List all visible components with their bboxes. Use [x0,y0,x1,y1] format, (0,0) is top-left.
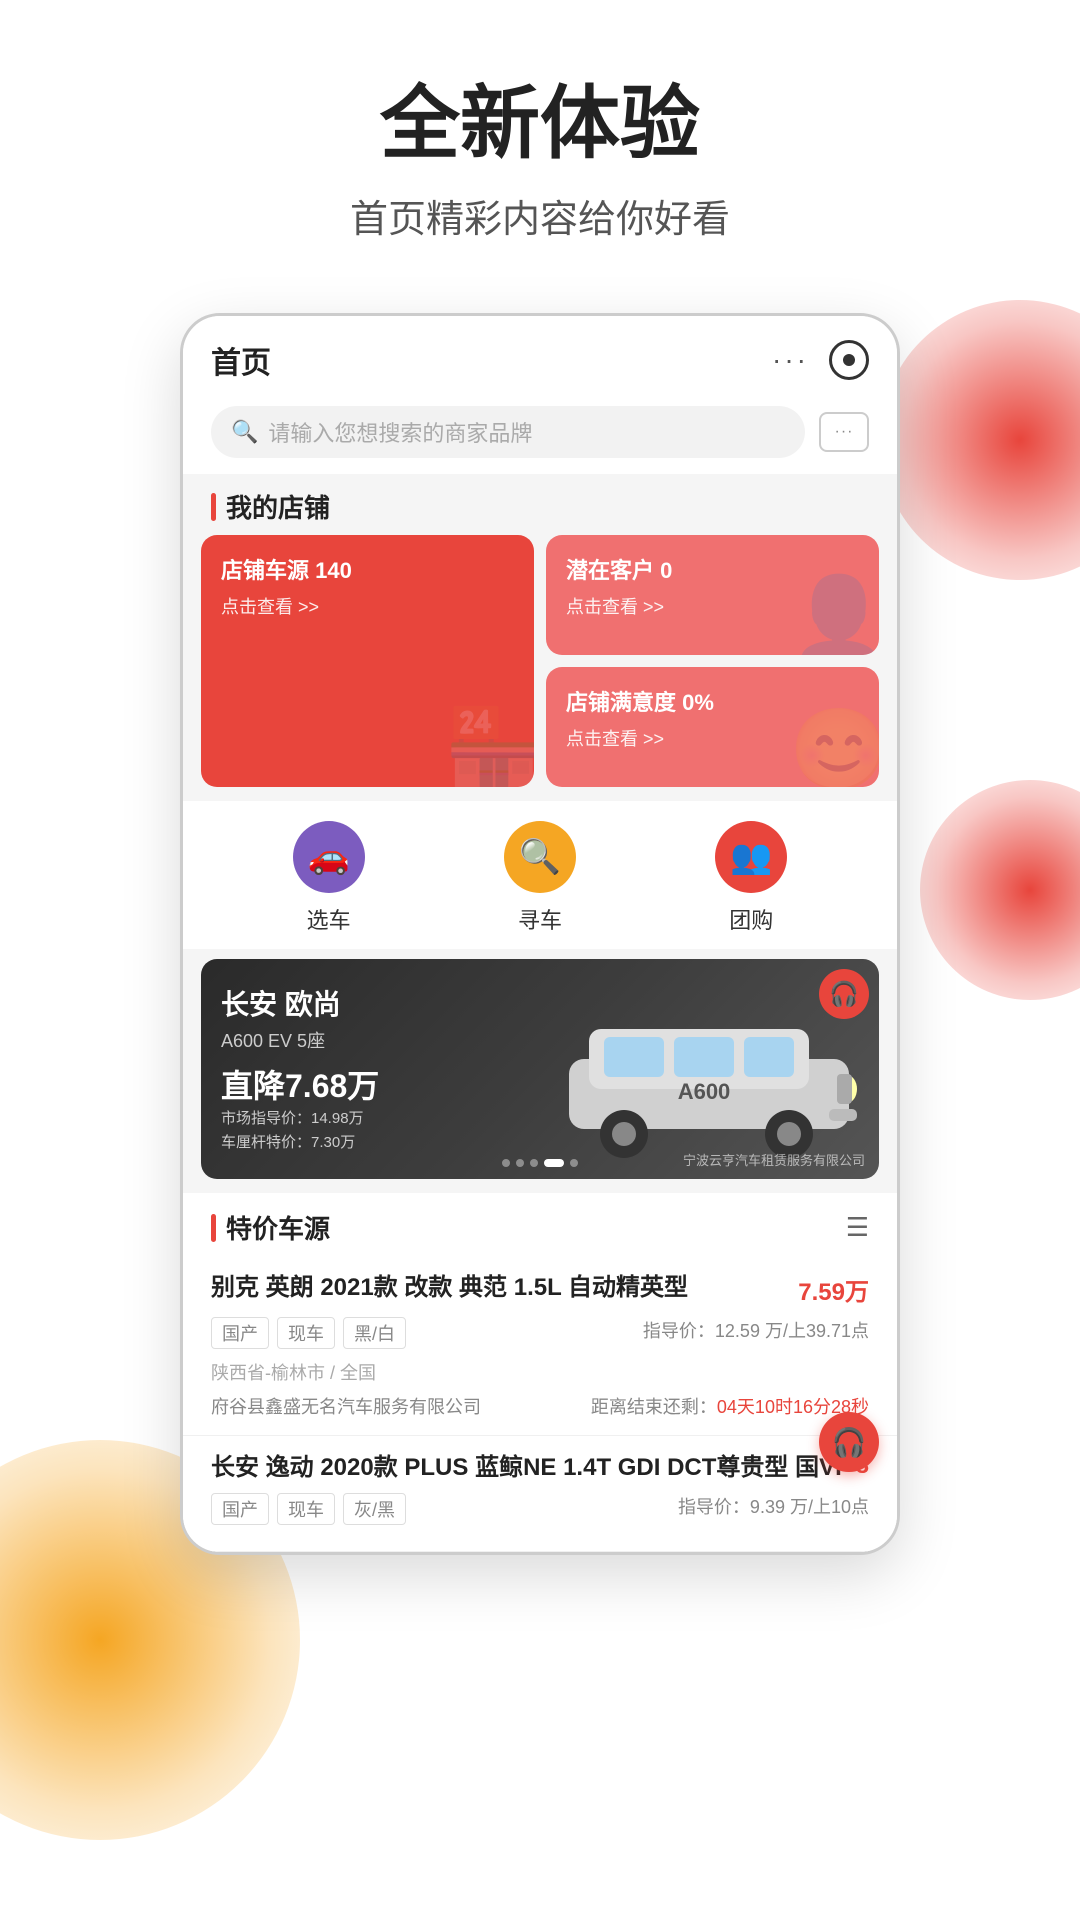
banner-content: 长安 欧尚 A600 EV 5座 直降7.68万 市场指导价：14.98万 车厘… [201,959,574,1179]
car-card-0-top: 别克 英朗 2021款 改款 典范 1.5L 自动精英型 7.59万 [211,1272,869,1307]
car-card-1[interactable]: 长安 逸动 2020款 PLUS 蓝鲸NE 1.4T GDI DCT尊贵型 国V… [183,1436,897,1552]
select-car-label: 选车 [307,903,351,935]
floating-headset-button[interactable]: 🎧 [819,1412,879,1472]
message-dots-icon: ··· [835,423,854,441]
message-button[interactable]: ··· [819,412,869,452]
special-section-bar [211,1214,216,1242]
banner-model: A600 EV 5座 [221,1027,554,1053]
store-card-satisfaction[interactable]: 店铺满意度 0% 点击查看 >> 😊 [546,667,879,787]
car-0-dealer: 府谷县鑫盛无名汽车服务有限公司 [211,1393,481,1419]
car-1-tag-0: 国产 [211,1493,269,1525]
banner-dot-3 [530,1159,538,1167]
car-1-tags: 国产 现车 灰/黑 指导价：9.39 万/上10点 [211,1493,869,1525]
store-section-title: 我的店铺 [226,488,330,525]
section-bar-icon [211,493,216,521]
car-1-guide-price: 指导价：9.39 万/上10点 [678,1493,869,1525]
group-buy-label: 团购 [729,903,773,935]
banner-car-promo[interactable]: 🎧 长安 欧尚 A600 EV 5座 直降7.68万 市场指导价：14.98万 … [201,959,879,1179]
store-section-header: 我的店铺 [183,474,897,535]
search-placeholder: 请输入您想搜索的商家品牌 [268,416,532,448]
car-1-tag-2: 灰/黑 [343,1493,406,1525]
car-0-location: 陕西省-榆林市 / 全国 [211,1359,376,1385]
banner-special-price: 车厘杆特价：7.30万 [221,1131,554,1155]
car-card-0[interactable]: 别克 英朗 2021款 改款 典范 1.5L 自动精英型 7.59万 国产 现车… [183,1256,897,1436]
banner-pagination [502,1159,578,1167]
store-card-satisfaction-icon: 😊 [789,703,879,787]
record-button[interactable] [829,340,869,380]
store-card-customers[interactable]: 潜在客户 0 点击查看 >> 👤 [546,535,879,655]
search-input-wrap[interactable]: 🔍 请输入您想搜索的商家品牌 [211,406,805,458]
select-car-icon: 🚗 [293,821,365,893]
page-title: 全新体验 [0,80,1080,168]
banner-brand: 长安 欧尚 [221,983,554,1023]
find-car-label: 寻车 [518,903,562,935]
special-cars-section: 特价车源 ☰ 别克 英朗 2021款 改款 典范 1.5L 自动精英型 7.59… [183,1193,897,1552]
car-0-meta: 陕西省-榆林市 / 全国 [211,1359,869,1385]
more-icon[interactable]: ··· [772,344,809,376]
banner-company: 宁波云亨汽车租赁服务有限公司 [683,1150,865,1169]
car-0-countdown: 距离结束还剩：04天10时16分28秒 [591,1393,869,1419]
car-1-tag-1: 现车 [277,1493,335,1525]
store-card-customers-icon: 👤 [789,571,879,655]
banner-car-image: A600 [549,979,869,1159]
banner-dot-1 [502,1159,510,1167]
banner-dot-4 [544,1159,564,1167]
topbar-title: 首页 [211,338,271,382]
search-icon: 🔍 [231,419,258,445]
store-card-cars-action: 点击查看 >> [221,593,514,619]
banner-discount: 直降7.68万 [221,1061,554,1107]
car-0-name: 别克 英朗 2021款 改款 典范 1.5L 自动精英型 [211,1272,786,1303]
svg-text:A600: A600 [678,1079,731,1104]
store-card-cars-title: 店铺车源 140 [221,553,514,585]
banner-dot-2 [516,1159,524,1167]
car-0-countdown-label: 距离结束还剩： [591,1397,717,1417]
car-0-tag-2: 黑/白 [343,1317,406,1349]
list-view-icon[interactable]: ☰ [846,1212,869,1243]
car-0-price: 7.59万 [798,1272,869,1307]
store-card-cars[interactable]: 店铺车源 140 点击查看 >> 🏪 [201,535,534,787]
quick-actions: 🚗 选车 🔍 寻车 👥 团购 [183,801,897,949]
car-1-name: 长安 逸动 2020款 PLUS 蓝鲸NE 1.4T GDI DCT尊贵型 国V… [211,1452,844,1483]
banner-prices: 市场指导价：14.98万 车厘杆特价：7.30万 [221,1107,554,1155]
group-buy-icon: 👥 [715,821,787,893]
page-subtitle: 首页精彩内容给你好看 [0,188,1080,243]
bg-decoration-red-top [880,300,1080,580]
quick-action-find-car[interactable]: 🔍 寻车 [504,821,576,935]
quick-action-group-buy[interactable]: 👥 团购 [715,821,787,935]
car-0-guide-price: 指导价：12.59 万/上39.71点 [643,1317,869,1349]
phone-mockup: 首页 ··· 🔍 请输入您想搜索的商家品牌 ··· 我的店铺 店铺车源 140 … [180,313,900,1555]
app-topbar: 首页 ··· [183,316,897,396]
car-0-tag-0: 国产 [211,1317,269,1349]
store-cards-grid: 店铺车源 140 点击查看 >> 🏪 潜在客户 0 点击查看 >> 👤 店铺满意… [183,535,897,801]
special-section-title: 特价车源 [226,1209,330,1246]
banner-market-price: 市场指导价：14.98万 [221,1107,554,1131]
banner-dot-5 [570,1159,578,1167]
special-header-left: 特价车源 [211,1209,330,1246]
topbar-icons: ··· [772,340,869,380]
bg-decoration-red-mid [920,780,1080,1000]
car-0-dealer-row: 府谷县鑫盛无名汽车服务有限公司 距离结束还剩：04天10时16分28秒 [211,1393,869,1419]
find-car-icon: 🔍 [504,821,576,893]
record-inner-dot [843,354,855,366]
store-card-cars-icon: 🏪 [444,703,534,787]
car-card-1-top: 长安 逸动 2020款 PLUS 蓝鲸NE 1.4T GDI DCT尊贵型 国V… [211,1452,869,1483]
quick-action-select-car[interactable]: 🚗 选车 [293,821,365,935]
car-0-tag-1: 现车 [277,1317,335,1349]
special-section-header: 特价车源 ☰ [183,1193,897,1256]
search-bar: 🔍 请输入您想搜索的商家品牌 ··· [183,396,897,474]
page-header: 全新体验 首页精彩内容给你好看 [0,0,1080,283]
floating-headset-icon: 🎧 [832,1426,867,1459]
car-0-tags: 国产 现车 黑/白 指导价：12.59 万/上39.71点 [211,1317,869,1349]
